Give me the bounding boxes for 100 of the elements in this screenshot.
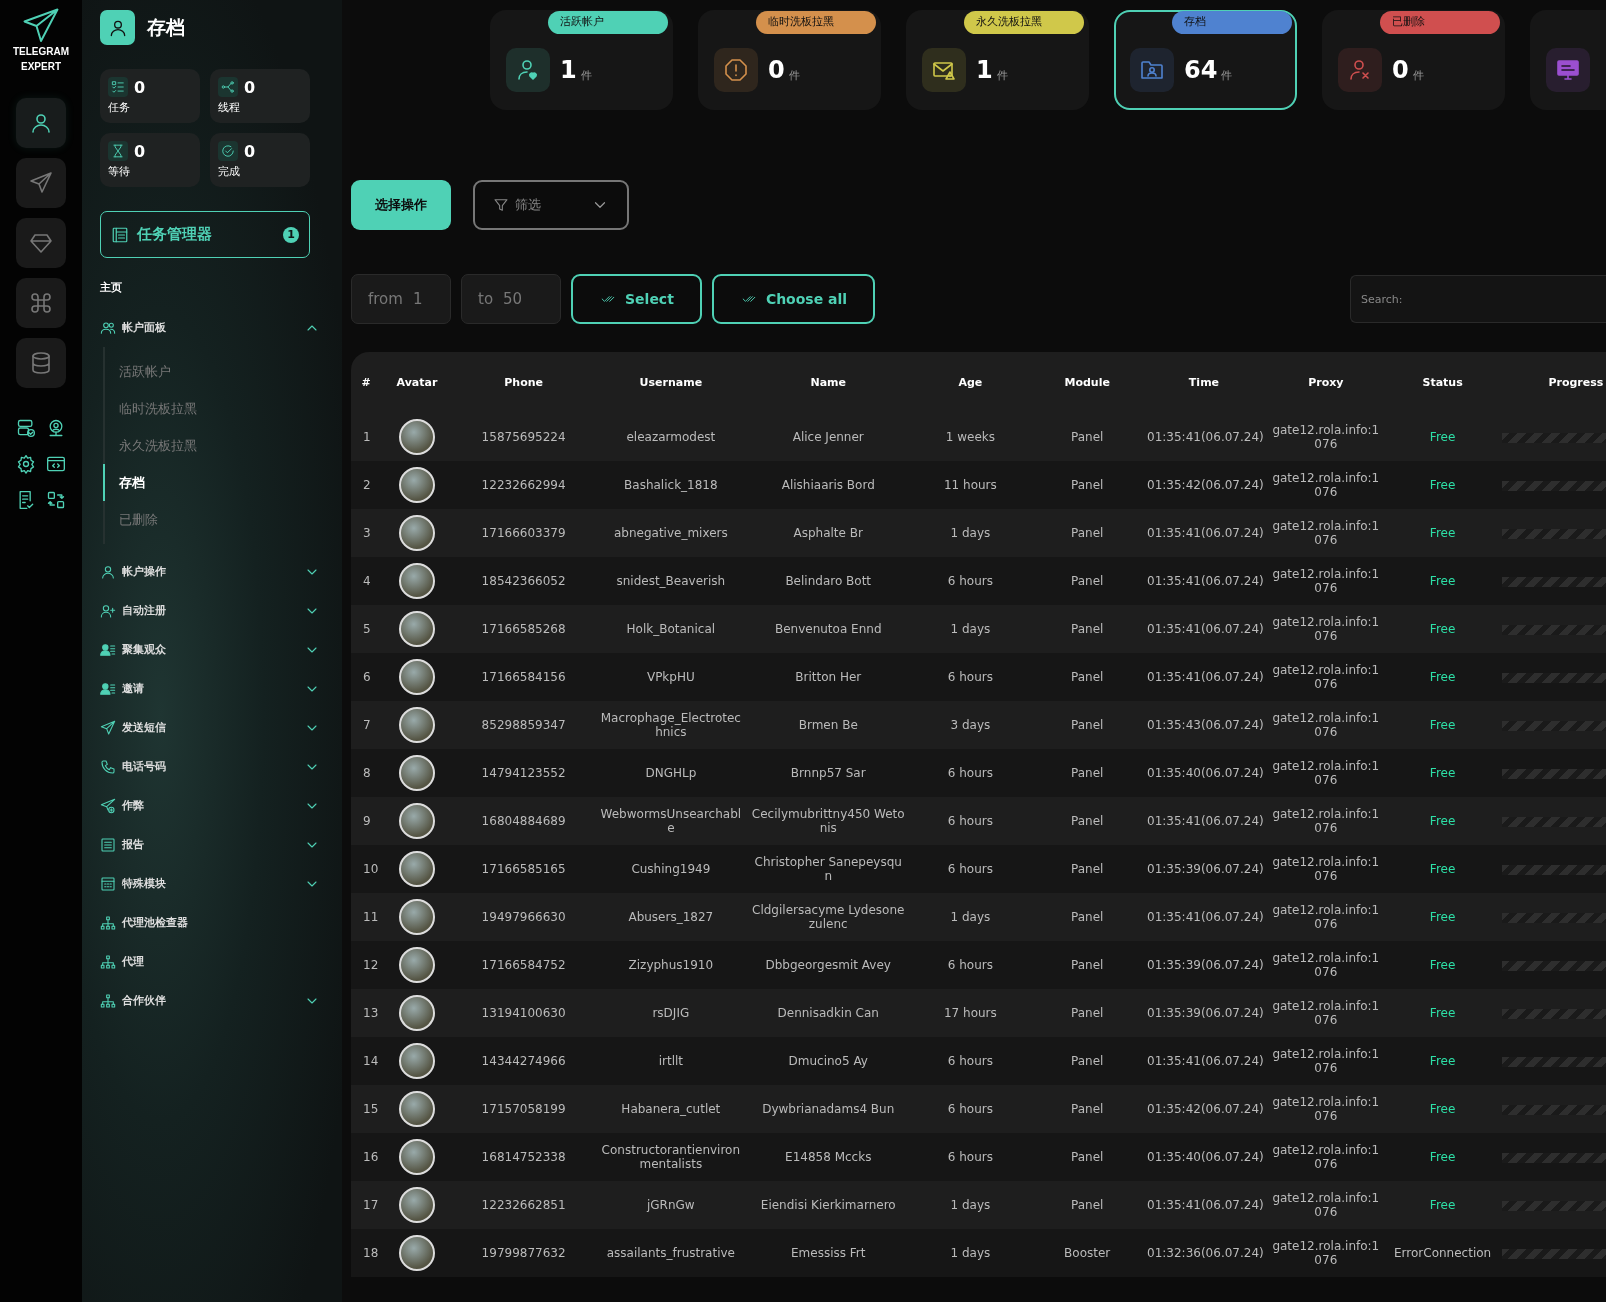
table-cell: abnegative_mixers: [594, 509, 747, 557]
rail-button[interactable]: [16, 218, 66, 268]
menu-item[interactable]: 邀请: [100, 669, 324, 708]
card-count: 1: [976, 56, 993, 84]
hourglass-icon: [108, 141, 128, 161]
submenu-item[interactable]: 临时洗板拉黑: [103, 390, 324, 427]
table-cell: Panel: [1031, 941, 1144, 989]
table-cell: 16814752338: [452, 1133, 595, 1181]
rail-button[interactable]: [16, 98, 66, 148]
column-header: Username: [638, 375, 704, 391]
submenu-item[interactable]: 活跃帐户: [103, 353, 324, 390]
checklist-icon: [108, 77, 128, 97]
table-cell: 18542366052: [452, 557, 595, 605]
submenu-item[interactable]: 永久洗板拉黑: [103, 427, 324, 464]
table-cell: Panel: [1031, 1181, 1144, 1229]
table-cell: 1 weeks: [909, 413, 1032, 461]
table-cell: 16804884689: [452, 797, 595, 845]
column-header: Time: [1187, 375, 1221, 391]
table-cell: gate12.rola.info:1076: [1264, 1229, 1387, 1277]
swap-icon[interactable]: [46, 490, 66, 510]
menu-item[interactable]: 发送短信: [100, 708, 324, 747]
menu-item[interactable]: 自动注册: [100, 591, 324, 630]
column-header: Proxy: [1307, 375, 1345, 391]
choose-all-button[interactable]: Choose all: [711, 274, 876, 324]
table-cell: 01:35:41(06.07.24): [1143, 605, 1265, 653]
table-cell: gate12.rola.info:1076: [1264, 989, 1387, 1037]
table-cell: Dbbgeorgesmit Avey: [747, 941, 910, 989]
stat-label: 完成: [218, 164, 241, 179]
action-button[interactable]: 选择操作: [351, 180, 451, 230]
card-unit: 件: [996, 67, 1008, 83]
code-window-icon[interactable]: [46, 454, 66, 474]
folder-person-icon: [1130, 48, 1174, 92]
table-cell: 6 hours: [909, 797, 1032, 845]
stat-value: 0: [244, 77, 256, 97]
submenu-item[interactable]: 存档: [103, 464, 324, 501]
avatar-placeholder: [399, 851, 435, 887]
avatar-placeholder: [399, 611, 435, 647]
table-cell: 12232662994: [452, 461, 595, 509]
table-cell: Zizyphus1910: [594, 941, 747, 989]
card-tag: 永久洗板拉黑: [964, 11, 1084, 34]
rail-button[interactable]: [16, 278, 66, 328]
table-cell: 01:35:41(06.07.24): [1143, 509, 1265, 557]
task-manager-button[interactable]: 任务管理器 1: [100, 211, 310, 258]
table-cell: 14794123552: [452, 749, 595, 797]
avatar-placeholder: [399, 947, 435, 983]
menu-item[interactable]: 合作伙伴: [100, 981, 324, 1020]
status-text: Free: [1386, 509, 1499, 557]
menu-item[interactable]: 帐户操作: [100, 552, 324, 591]
menu-item[interactable]: 特殊模块: [100, 864, 324, 903]
settings-icon[interactable]: [16, 454, 36, 474]
table-cell: gate12.rola.info:1076: [1264, 653, 1387, 701]
range-field[interactable]: from 1: [351, 274, 451, 324]
menu-item[interactable]: 代理: [100, 942, 324, 981]
table-cell: 6 hours: [909, 1133, 1032, 1181]
table-cell: 6 hours: [909, 1037, 1032, 1085]
stat-value: 0: [134, 77, 146, 97]
mail-warning-icon: [922, 48, 966, 92]
table-cell: 3 days: [909, 701, 1032, 749]
table-cell: gate12.rola.info:1076: [1264, 1037, 1387, 1085]
row-number: 15: [351, 1085, 382, 1133]
table-cell: 17 hours: [909, 989, 1032, 1037]
table-cell: E14858 Mccks: [747, 1133, 910, 1181]
table-cell: gate12.rola.info:1076: [1264, 1181, 1387, 1229]
row-number: 3: [351, 509, 382, 557]
table-cell: Eiendisi Kierkimarnero: [747, 1181, 910, 1229]
person-cross-icon: [1338, 48, 1382, 92]
server-check-icon[interactable]: [16, 418, 36, 438]
status-text: Free: [1386, 557, 1499, 605]
menu-item[interactable]: 作弊: [100, 786, 324, 825]
menu-item[interactable]: 聚集观众: [100, 630, 324, 669]
stat-label: 等待: [108, 164, 131, 179]
table-cell: Brnnp57 Sar: [747, 749, 910, 797]
add-person-icon: [100, 602, 116, 619]
table-cell: 11 hours: [909, 461, 1032, 509]
stat-label: 任务: [108, 100, 131, 115]
table-cell: gate12.rola.info:1076: [1264, 941, 1387, 989]
menu-item[interactable]: 报告: [100, 825, 324, 864]
avatar-placeholder: [399, 563, 435, 599]
select-button[interactable]: Select: [571, 274, 702, 324]
menu-item[interactable]: 电话号码: [100, 747, 324, 786]
table-cell: Panel: [1031, 557, 1144, 605]
column-header: Phone: [503, 375, 544, 391]
menu-item[interactable]: 帐户面板: [100, 308, 324, 347]
table-cell: 01:35:41(06.07.24): [1143, 1037, 1265, 1085]
table-cell: Belindaro Bott: [747, 557, 910, 605]
filter-icon: [493, 197, 509, 213]
search-field[interactable]: Search:: [1350, 275, 1606, 323]
row-number: 6: [351, 653, 382, 701]
rail-button[interactable]: [16, 158, 66, 208]
phone-icon: [100, 758, 116, 775]
table-cell: 01:35:39(06.07.24): [1143, 989, 1265, 1037]
page-title: 存档: [147, 14, 185, 40]
range-field[interactable]: to 50: [461, 274, 561, 324]
hierarchy-icon: [100, 992, 116, 1009]
column-header: Name: [809, 375, 847, 391]
rail-button[interactable]: [16, 338, 66, 388]
table-cell: gate12.rola.info:1076: [1264, 797, 1387, 845]
table-cell: Constructorantienvironmentalists: [594, 1133, 747, 1181]
filter-dropdown[interactable]: 筛选: [473, 180, 629, 230]
menu-item[interactable]: 代理池检查器: [100, 903, 324, 942]
